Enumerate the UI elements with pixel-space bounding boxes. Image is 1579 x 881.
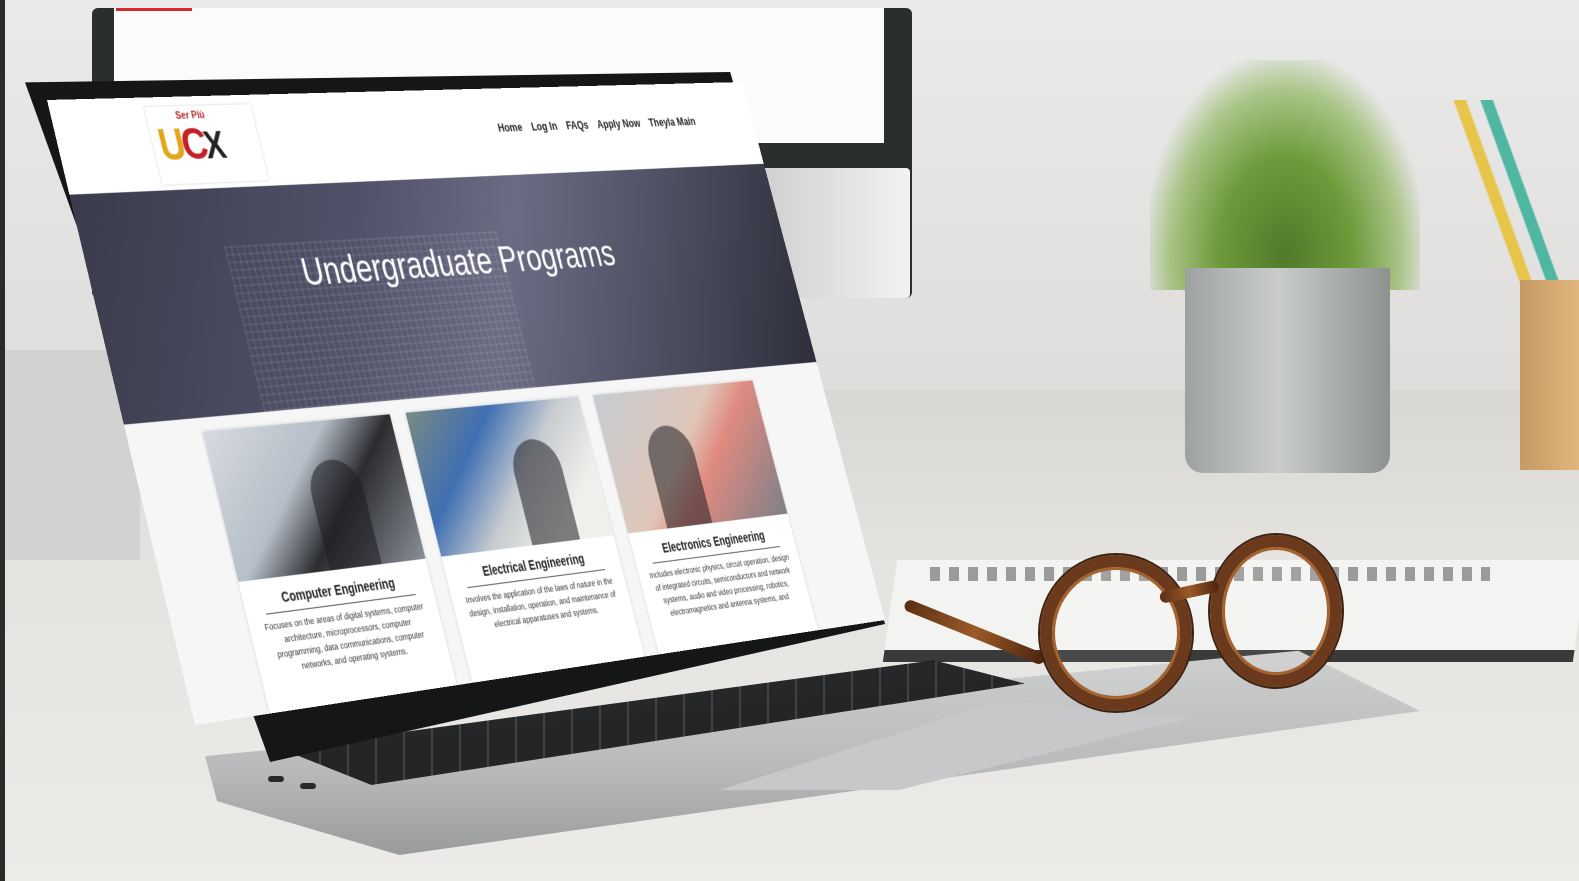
program-photo xyxy=(593,380,788,533)
photo-scene: Ser Più UCX Home Log In FAQs Apply Now T… xyxy=(0,0,1579,881)
nav-login[interactable]: Log In xyxy=(530,119,559,133)
red-accent-strip xyxy=(116,8,192,11)
student-figure xyxy=(641,423,712,528)
notebook-coil xyxy=(930,567,1490,581)
left-edge xyxy=(0,0,5,881)
nav-faqs[interactable]: FAQs xyxy=(564,118,589,132)
program-photo xyxy=(406,397,614,557)
nav-apply-now[interactable]: Apply Now xyxy=(595,116,641,131)
logo-mark: UCX xyxy=(153,119,227,172)
usb-port xyxy=(300,783,316,789)
student-figure xyxy=(304,457,382,570)
nav-main[interactable]: Theyla Main xyxy=(647,114,697,129)
glasses-lens-right xyxy=(1210,535,1342,687)
glasses-lens-left xyxy=(1040,555,1192,711)
plant-leaves xyxy=(1150,60,1420,290)
pencils xyxy=(1450,100,1560,290)
plant-pot xyxy=(1185,268,1390,473)
pencil-jar xyxy=(1520,280,1579,470)
website-page: Ser Più UCX Home Log In FAQs Apply Now T… xyxy=(47,82,885,725)
program-description: Involves the application of the laws of … xyxy=(451,573,633,637)
program-description: Focuses on the areas of digital systems,… xyxy=(248,598,449,680)
student-figure xyxy=(506,437,580,545)
nav-home[interactable]: Home xyxy=(496,120,524,134)
nav-links: Home Log In FAQs Apply Now Theyla Main xyxy=(496,114,697,134)
program-photo xyxy=(202,414,425,582)
usb-port xyxy=(268,776,284,782)
ucx-logo[interactable]: Ser Più UCX xyxy=(144,104,269,184)
